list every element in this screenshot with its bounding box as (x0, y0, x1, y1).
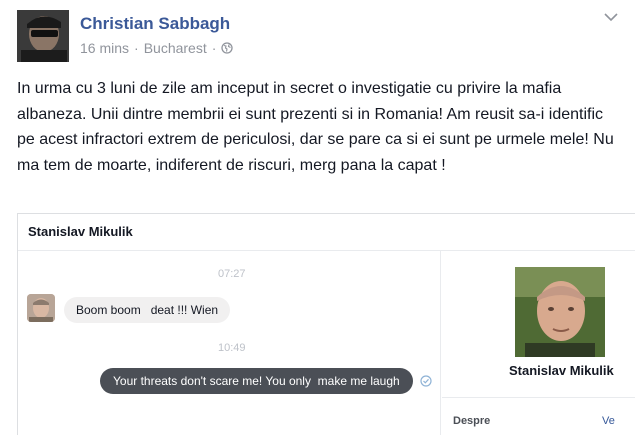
message-time: 07:27 (218, 268, 246, 280)
chat-header: Stanislav Mikulik (18, 214, 635, 251)
facebook-post: Christian Sabbagh 16 mins · Bucharest · … (0, 0, 635, 435)
profile-name: Stanislav Mikulik (509, 363, 614, 378)
author-avatar[interactable] (17, 10, 69, 62)
profile-photo[interactable] (515, 267, 605, 357)
globe-icon[interactable] (221, 42, 234, 54)
view-link[interactable]: Ve (602, 415, 615, 427)
sender-avatar (27, 294, 55, 322)
post-timestamp[interactable]: 16 mins (80, 40, 129, 56)
chat-header-name: Stanislav Mikulik (28, 224, 133, 239)
post-meta: 16 mins · Bucharest · (80, 40, 234, 56)
outgoing-message-bubble: Your threats don't scare me! You only ma… (100, 368, 413, 394)
author-name-link[interactable]: Christian Sabbagh (80, 14, 230, 34)
post-location-link[interactable]: Bucharest (144, 40, 207, 56)
attached-chat-screenshot[interactable]: Stanislav Mikulik 07:27 Boom boom deat !… (17, 213, 635, 435)
sender-photo (27, 294, 55, 322)
divider (442, 397, 635, 398)
chat-profile-panel: Stanislav Mikulik Despre Ve (442, 251, 635, 435)
incoming-message-bubble: Boom boom deat !!! Wien (64, 297, 231, 323)
about-label: Despre (453, 415, 491, 427)
chat-conversation: 07:27 Boom boom deat !!! Wien 10:49 Your… (18, 251, 441, 435)
seen-check-icon (420, 375, 432, 387)
chevron-down-icon[interactable] (603, 11, 619, 23)
meta-separator-2: · (211, 40, 217, 56)
profile-photo-image (515, 267, 605, 357)
author-photo (17, 10, 69, 62)
message-time: 10:49 (218, 342, 246, 354)
meta-separator: · (134, 40, 139, 56)
post-body-text: In urma cu 3 luni de zile am inceput in … (17, 80, 614, 174)
